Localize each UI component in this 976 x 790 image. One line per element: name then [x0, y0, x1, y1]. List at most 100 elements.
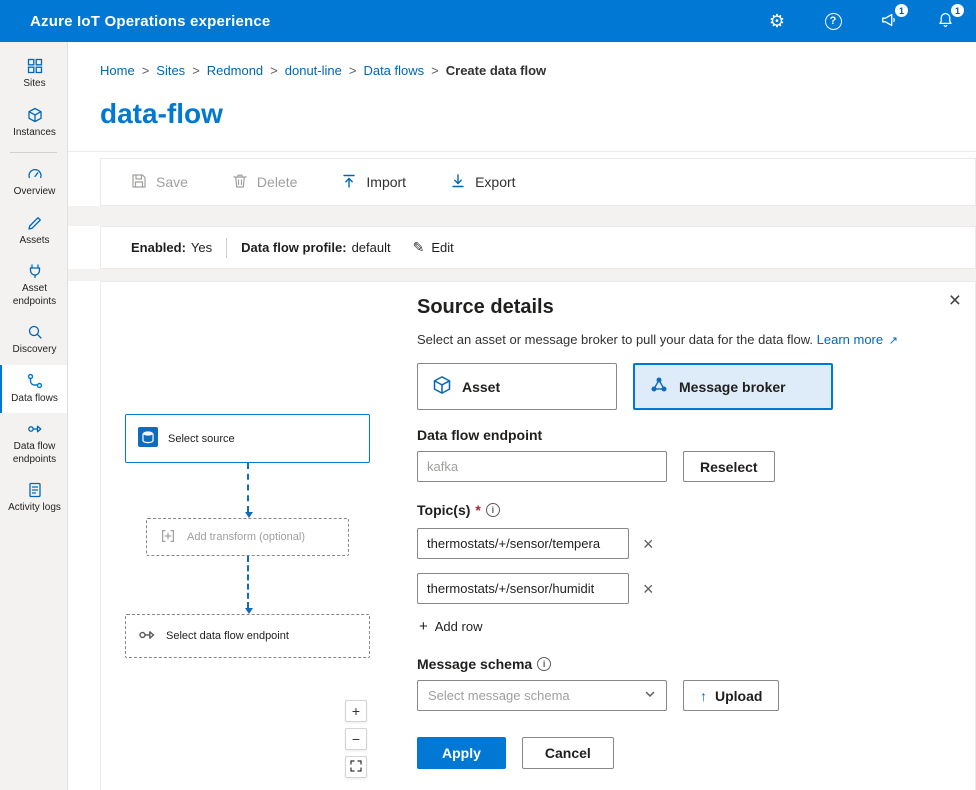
help-button[interactable]: ? [820, 8, 846, 34]
import-button[interactable]: Import [341, 173, 406, 192]
schema-info-icon[interactable]: i [537, 657, 551, 671]
zoom-out-button[interactable]: − [345, 728, 367, 750]
sidebar-label: Discovery [13, 344, 57, 357]
data-flow-endpoints-icon [27, 421, 43, 437]
select-endpoint-node[interactable]: Select data flow endpoint [125, 614, 370, 658]
sites-icon [27, 58, 43, 74]
fit-view-button[interactable] [345, 756, 367, 778]
enabled-label: Enabled: [131, 240, 186, 255]
breadcrumb-site[interactable]: Redmond [207, 63, 263, 78]
chevron-down-icon [644, 687, 656, 705]
app-root: Azure IoT Operations experience ⚙ ? 1 [0, 0, 976, 790]
remove-topic-2-button[interactable]: × [643, 580, 654, 598]
message-schema-dropdown[interactable]: Select message schema [417, 680, 667, 711]
topic-input-1[interactable] [417, 528, 629, 559]
breadcrumb-separator: > [349, 63, 357, 78]
zoom-in-button[interactable]: + [345, 700, 367, 722]
add-row-button[interactable]: + Add row [419, 618, 482, 635]
reselect-button[interactable]: Reselect [683, 451, 775, 482]
main-area: Home > Sites > Redmond > donut-line > Da… [68, 42, 976, 790]
overview-icon [27, 166, 43, 182]
sidebar-item-asset-endpoints[interactable]: Asset endpoints [0, 255, 67, 316]
breadcrumb-separator: > [142, 63, 150, 78]
notifications-button[interactable]: 1 [932, 8, 958, 34]
apply-button[interactable]: Apply [417, 737, 506, 769]
status-divider [226, 238, 227, 258]
edit-label: Edit [431, 240, 453, 255]
message-broker-option-card[interactable]: Message broker [633, 363, 833, 410]
flow-connector [247, 463, 249, 512]
breadcrumb-current: Create data flow [446, 63, 546, 78]
required-asterisk: * [475, 502, 480, 518]
topics-info-icon[interactable]: i [486, 503, 500, 517]
source-type-selector: Asset Message broker [417, 363, 951, 410]
sidebar-label: Assets [19, 235, 49, 248]
export-button[interactable]: Export [450, 173, 515, 192]
gear-icon: ⚙ [769, 12, 785, 30]
upload-button[interactable]: ↑ Upload [683, 680, 779, 711]
sidebar-item-discovery[interactable]: Discovery [0, 316, 67, 365]
source-node-label: Select source [168, 433, 235, 445]
page-title: data-flow [100, 98, 223, 130]
upload-icon: ↑ [700, 688, 707, 704]
close-panel-button[interactable]: × [949, 290, 961, 311]
sidebar-item-activity-logs[interactable]: Activity logs [0, 474, 67, 523]
sidebar-item-overview[interactable]: Overview [0, 158, 67, 207]
topic-row: × [417, 528, 951, 559]
sidebar-item-sites[interactable]: Sites [0, 50, 67, 99]
select-source-node[interactable]: Select source [125, 414, 370, 463]
message-broker-icon [649, 375, 669, 398]
sidebar-item-data-flow-endpoints[interactable]: Data flow endpoints [0, 413, 67, 474]
cancel-button[interactable]: Cancel [522, 737, 614, 769]
topic-input-2[interactable] [417, 573, 629, 604]
settings-button[interactable]: ⚙ [764, 8, 790, 34]
section-gap [68, 269, 976, 281]
fit-view-icon [350, 759, 362, 775]
sidebar-label: Overview [14, 186, 56, 199]
sidebar-item-assets[interactable]: Assets [0, 207, 67, 256]
remove-topic-1-button[interactable]: × [643, 535, 654, 553]
flow-canvas[interactable]: Select source Add transform (optional) [101, 282, 401, 790]
top-bar: Azure IoT Operations experience ⚙ ? 1 [0, 0, 976, 42]
sidebar-label: Data flow endpoints [4, 441, 65, 466]
endpoint-node-label: Select data flow endpoint [166, 630, 289, 642]
sidebar-item-instances[interactable]: Instances [0, 99, 67, 148]
sidebar-label: Asset endpoints [4, 283, 65, 308]
notifications-badge: 1 [951, 4, 964, 17]
discovery-icon [27, 324, 43, 340]
breadcrumb: Home > Sites > Redmond > donut-line > Da… [100, 63, 546, 78]
endpoint-input[interactable] [417, 451, 667, 482]
save-button[interactable]: Save [131, 173, 188, 192]
breadcrumb-separator: > [270, 63, 278, 78]
close-icon: × [949, 289, 961, 312]
bell-icon [937, 11, 954, 31]
breadcrumb-separator: > [431, 63, 439, 78]
breadcrumb-instance[interactable]: donut-line [285, 63, 342, 78]
delete-label: Delete [257, 174, 297, 190]
breadcrumb-sites[interactable]: Sites [156, 63, 185, 78]
activity-logs-icon [27, 482, 43, 498]
export-label: Export [475, 174, 515, 190]
learn-more-link[interactable]: Learn more [817, 332, 883, 347]
export-icon [450, 173, 466, 192]
breadcrumb-data-flows[interactable]: Data flows [363, 63, 424, 78]
import-icon [341, 173, 357, 192]
announcements-badge: 1 [895, 4, 908, 17]
delete-button[interactable]: Delete [232, 173, 297, 192]
sidebar-label: Activity logs [8, 502, 61, 515]
assets-icon [27, 215, 43, 231]
add-transform-node[interactable]: Add transform (optional) [146, 518, 349, 556]
panel-description: Select an asset or message broker to pul… [417, 332, 951, 347]
panel-title: Source details [417, 296, 951, 319]
message-broker-option-label: Message broker [679, 379, 786, 395]
sidebar-item-data-flows[interactable]: Data flows [0, 365, 67, 414]
asset-endpoints-icon [27, 263, 43, 279]
panel-description-text: Select an asset or message broker to pul… [417, 332, 813, 347]
flow-connector [247, 556, 249, 608]
announcements-button[interactable]: 1 [876, 8, 902, 34]
breadcrumb-home[interactable]: Home [100, 63, 135, 78]
edit-button[interactable]: ✎ Edit [413, 239, 454, 256]
schema-label-text: Message schema [417, 656, 532, 672]
asset-option-card[interactable]: Asset [417, 363, 617, 410]
source-node-icon [138, 427, 158, 450]
